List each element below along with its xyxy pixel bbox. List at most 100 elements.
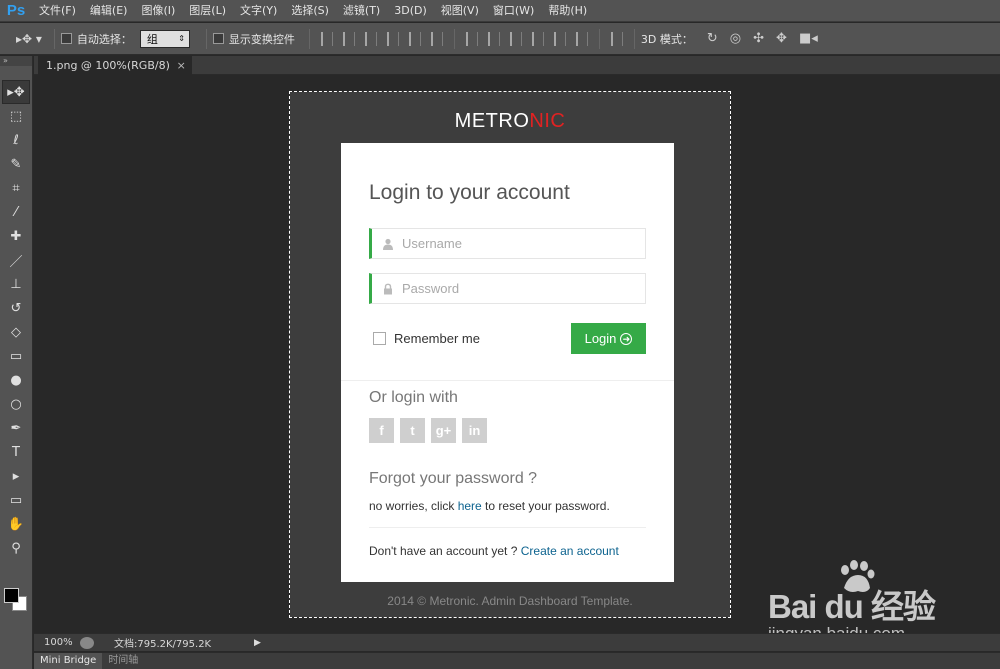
history-brush-tool-icon[interactable]: ↺ (2, 296, 30, 320)
zoom-level[interactable]: 100% (34, 637, 74, 648)
healing-brush-tool-icon[interactable]: ✚ (2, 224, 30, 248)
move-tool-icon[interactable]: ▸✥ (2, 80, 30, 104)
options-separator (633, 28, 635, 49)
remember-me-checkbox[interactable] (373, 332, 386, 345)
zoom-tool-icon[interactable]: ⚲ (2, 536, 30, 560)
login-button-label: Login (584, 331, 617, 346)
menu-layer[interactable]: 图层(L) (182, 0, 233, 22)
divider (369, 527, 646, 528)
menu-select[interactable]: 选择(S) (284, 0, 336, 22)
menu-view[interactable]: 视图(V) (434, 0, 486, 22)
create-account-link[interactable]: Create an account (521, 544, 619, 558)
marquee-tool-icon[interactable]: ⬚ (2, 104, 30, 128)
distribute-horizontal-center-icon[interactable] (553, 31, 566, 46)
hand-tool-icon[interactable]: ✋ (2, 512, 30, 536)
auto-select-dropdown[interactable]: 组 ⇕ (139, 29, 190, 48)
align-top-icon[interactable] (320, 31, 333, 46)
align-right-icon[interactable] (430, 31, 443, 46)
linkedin-icon[interactable]: in (462, 418, 487, 443)
document-tab-title: 1.png @ 100%(RGB/8) (46, 59, 170, 72)
menu-type[interactable]: 文字(Y) (233, 0, 284, 22)
dropdown-arrows-icon: ⇕ (178, 34, 185, 43)
rectangle-tool-icon[interactable]: ▭ (2, 488, 30, 512)
auto-select-checkbox[interactable] (60, 33, 72, 44)
slide-3d-icon[interactable]: ✥ (776, 31, 787, 46)
eyedropper-tool-icon[interactable]: ⁄ (2, 200, 30, 224)
menu-filter[interactable]: 滤镜(T) (336, 0, 387, 22)
rotate-3d-icon[interactable]: ↻ (707, 31, 718, 46)
status-menu-arrow-icon[interactable]: ▶ (254, 638, 261, 648)
type-tool-icon[interactable]: T (2, 440, 30, 464)
align-horizontal-center-icon[interactable] (408, 31, 421, 46)
photoshop-logo: Ps (6, 2, 26, 19)
facebook-icon[interactable]: f (369, 418, 394, 443)
pen-tool-icon[interactable]: ✒ (2, 416, 30, 440)
menu-edit[interactable]: 编辑(E) (83, 0, 135, 22)
distribute-left-icon[interactable] (531, 31, 544, 46)
signup-prefix: Don't have an account yet ? (369, 544, 521, 558)
auto-align-layers-icon[interactable] (610, 31, 623, 46)
menu-image[interactable]: 图像(I) (134, 0, 182, 22)
canvas-area[interactable]: METRONIC Login to your account Username … (34, 76, 1000, 633)
show-transform-checkbox[interactable] (212, 33, 224, 44)
scale-3d-icon[interactable]: ■◂ (799, 31, 818, 46)
dodge-tool-icon[interactable]: ○ (2, 392, 30, 416)
mode-3d-label: 3D 模式： (640, 32, 693, 46)
logo-text-nic: NIC (529, 110, 566, 132)
forgot-suffix: to reset your password. (481, 499, 610, 513)
forgot-prefix: no worries, click (369, 499, 458, 513)
divider (341, 380, 674, 381)
remember-me-row[interactable]: Remember me (373, 331, 480, 346)
align-vertical-center-icon[interactable] (342, 31, 355, 46)
distribute-top-icon[interactable] (465, 31, 478, 46)
align-bottom-icon[interactable] (364, 31, 377, 46)
crop-tool-icon[interactable]: ⌗ (2, 176, 30, 200)
document-tab-bar: 1.png @ 100%(RGB/8) × (34, 56, 1000, 75)
close-tab-icon[interactable]: × (177, 56, 186, 75)
brush-tool-icon[interactable]: ／ (2, 248, 30, 272)
remember-me-label: Remember me (394, 331, 480, 346)
login-card: Login to your account Username Password … (341, 143, 674, 582)
document-tab[interactable]: 1.png @ 100%(RGB/8) × (38, 56, 192, 75)
password-input[interactable]: Password (369, 273, 646, 304)
menu-window[interactable]: 窗口(W) (486, 0, 541, 22)
menu-bar: Ps 文件(F) 编辑(E) 图像(I) 图层(L) 文字(Y) 选择(S) 滤… (0, 0, 1000, 22)
pan-3d-icon[interactable]: ✣ (753, 31, 764, 46)
menu-3d[interactable]: 3D(D) (387, 0, 434, 22)
lock-icon (384, 283, 392, 294)
username-input[interactable]: Username (369, 228, 646, 259)
tab-timeline[interactable]: 时间轴 (102, 653, 144, 669)
document-size: 文档:795.2K/795.2K (114, 639, 212, 650)
logo-text-metro: METRO (454, 110, 530, 132)
reset-password-link[interactable]: here (458, 499, 482, 513)
distribute-right-icon[interactable] (575, 31, 588, 46)
menu-file[interactable]: 文件(F) (32, 0, 83, 22)
distribute-bottom-icon[interactable] (509, 31, 522, 46)
document-canvas[interactable]: METRONIC Login to your account Username … (289, 91, 731, 618)
menu-help[interactable]: 帮助(H) (541, 0, 594, 22)
roll-3d-icon[interactable]: ◎ (730, 31, 741, 46)
eraser-tool-icon[interactable]: ◇ (2, 320, 30, 344)
status-info-icon[interactable] (80, 636, 94, 649)
bottom-panel-tabs: Mini Bridge 时间轴 (34, 652, 1000, 669)
watermark-text: Bai du 经验 (768, 588, 936, 625)
lasso-tool-icon[interactable]: ℓ (2, 128, 30, 152)
google-plus-icon[interactable]: g+ (431, 418, 456, 443)
gradient-tool-icon[interactable]: ▭ (2, 344, 30, 368)
quick-select-tool-icon[interactable]: ✎ (2, 152, 30, 176)
path-select-tool-icon[interactable]: ▸ (2, 464, 30, 488)
auto-select-label: 自动选择： (76, 32, 132, 46)
move-tool-preset-icon[interactable]: ▸✥ ▾ (16, 32, 42, 46)
panel-collapse-icon[interactable]: » (0, 56, 32, 66)
foreground-color-swatch[interactable] (4, 588, 19, 603)
auto-select-value: 组 (146, 32, 158, 46)
login-button[interactable]: Login ➜ (571, 323, 646, 354)
distribute-vertical-center-icon[interactable] (487, 31, 500, 46)
options-separator (308, 28, 310, 49)
align-left-icon[interactable] (386, 31, 399, 46)
options-separator (205, 28, 207, 49)
blur-tool-icon[interactable]: ● (2, 368, 30, 392)
twitter-icon[interactable]: t (400, 418, 425, 443)
tab-mini-bridge[interactable]: Mini Bridge (34, 653, 103, 669)
clone-stamp-tool-icon[interactable]: ⊥ (2, 272, 30, 296)
